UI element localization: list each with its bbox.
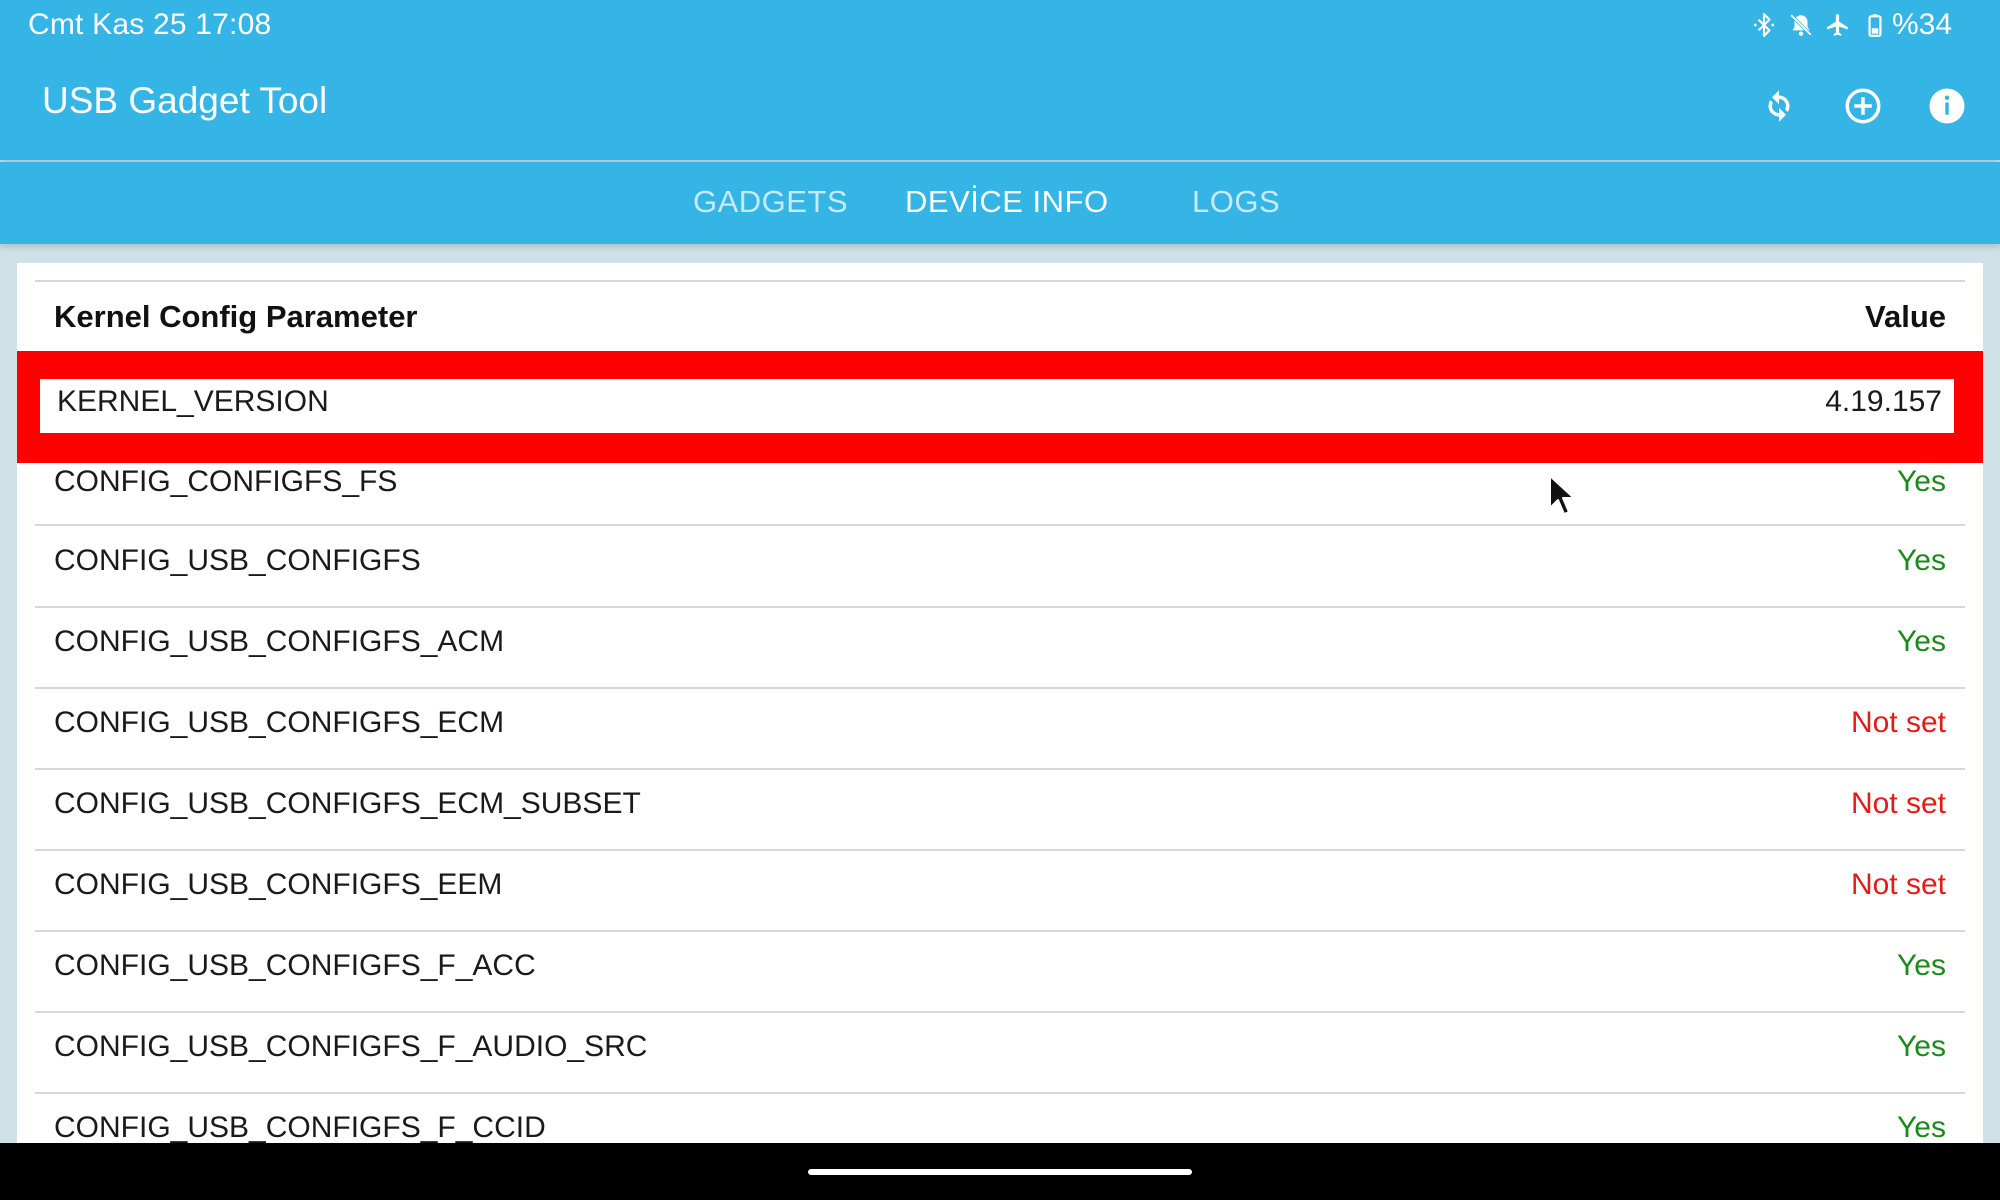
row-param: CONFIG_USB_CONFIGFS_F_ACC xyxy=(54,949,536,982)
row-value: Not set xyxy=(1850,868,1946,901)
divider xyxy=(35,280,1965,282)
row-value: Not set xyxy=(1850,706,1946,739)
table-row: CONFIG_USB_CONFIGFS_ACM Yes xyxy=(35,607,1965,689)
row-param: CONFIG_USB_CONFIGFS xyxy=(54,544,421,577)
add-icon xyxy=(1845,88,1881,124)
app-title: USB Gadget Tool xyxy=(42,80,328,121)
table-row: CONFIG_USB_CONFIGFS_F_CCID Yes xyxy=(35,1093,1965,1143)
status-bar: Cmt Kas 25 17:08 %34 xyxy=(0,0,2000,52)
mute-icon xyxy=(1786,10,1816,40)
column-header-parameter: Kernel Config Parameter xyxy=(54,299,418,334)
add-button[interactable] xyxy=(1832,75,1894,137)
row-param: CONFIG_USB_CONFIGFS_F_CCID xyxy=(54,1111,546,1143)
bluetooth-icon xyxy=(1749,10,1779,40)
status-icons: %34 xyxy=(1742,6,1952,44)
tab-gadgets[interactable]: GADGETS xyxy=(693,184,848,220)
refresh-icon xyxy=(1768,90,1790,122)
navigation-bar xyxy=(0,1143,2000,1200)
row-value: Yes xyxy=(1897,625,1946,658)
battery-percentage: %34 xyxy=(1891,8,1952,41)
kernel-config-table: Kernel Config Parameter Value KERNEL_VER… xyxy=(17,263,1983,1143)
table-row: CONFIG_CONFIGFS_FS Yes xyxy=(35,463,1965,526)
row-value: Yes xyxy=(1897,949,1946,982)
mouse-cursor-icon xyxy=(1549,475,1575,515)
row-value: Yes xyxy=(1897,465,1946,498)
row-param: CONFIG_USB_CONFIGFS_ECM xyxy=(54,706,505,739)
table-row: CONFIG_USB_CONFIGFS_ECM Not set xyxy=(35,688,1965,770)
tab-logs[interactable]: LOGS xyxy=(1192,184,1280,220)
table-row: CONFIG_USB_CONFIGFS_EEM Not set xyxy=(35,850,1965,932)
row-param: CONFIG_USB_CONFIGFS_EEM xyxy=(54,868,503,901)
row-param: CONFIG_USB_CONFIGFS_ECM_SUBSET xyxy=(54,787,641,820)
app-actions xyxy=(1748,52,2000,160)
highlighted-row: KERNEL_VERSION 4.19.157 xyxy=(40,379,1954,433)
refresh-button[interactable] xyxy=(1748,75,1810,137)
row-value: Yes xyxy=(1897,544,1946,577)
tab-device-info[interactable]: DEVİCE INFO xyxy=(905,184,1109,220)
row-param: CONFIG_USB_CONFIGFS_F_AUDIO_SRC xyxy=(54,1030,648,1063)
table-row: CONFIG_USB_CONFIGFS Yes xyxy=(35,526,1965,608)
status-time: Cmt Kas 25 17:08 xyxy=(28,8,272,41)
table-row: CONFIG_USB_CONFIGFS_ECM_SUBSET Not set xyxy=(35,769,1965,851)
table-row: CONFIG_USB_CONFIGFS_F_ACC Yes xyxy=(35,931,1965,1013)
info-icon xyxy=(1929,88,1965,124)
table-row: CONFIG_USB_CONFIGFS_F_AUDIO_SRC Yes xyxy=(35,1012,1965,1094)
column-header-value: Value xyxy=(1865,299,1946,334)
row-param: CONFIG_USB_CONFIGFS_ACM xyxy=(54,625,505,658)
info-button[interactable] xyxy=(1916,75,1978,137)
battery-icon xyxy=(1860,10,1890,40)
row-param: CONFIG_CONFIGFS_FS xyxy=(54,465,398,498)
highlight-annotation: KERNEL_VERSION 4.19.157 xyxy=(17,351,1983,463)
row-value: 4.19.157 xyxy=(1825,385,1942,418)
home-indicator[interactable] xyxy=(808,1169,1192,1175)
row-param: KERNEL_VERSION xyxy=(57,385,329,418)
app-bar: USB Gadget Tool xyxy=(0,52,2000,160)
row-value: Yes xyxy=(1897,1030,1946,1063)
table-header: Kernel Config Parameter Value xyxy=(17,299,1983,349)
row-value: Not set xyxy=(1850,787,1946,820)
tab-bar: GADGETS DEVİCE INFO LOGS xyxy=(0,162,2000,244)
row-value: Yes xyxy=(1897,1111,1946,1143)
airplane-mode-icon xyxy=(1823,10,1853,40)
